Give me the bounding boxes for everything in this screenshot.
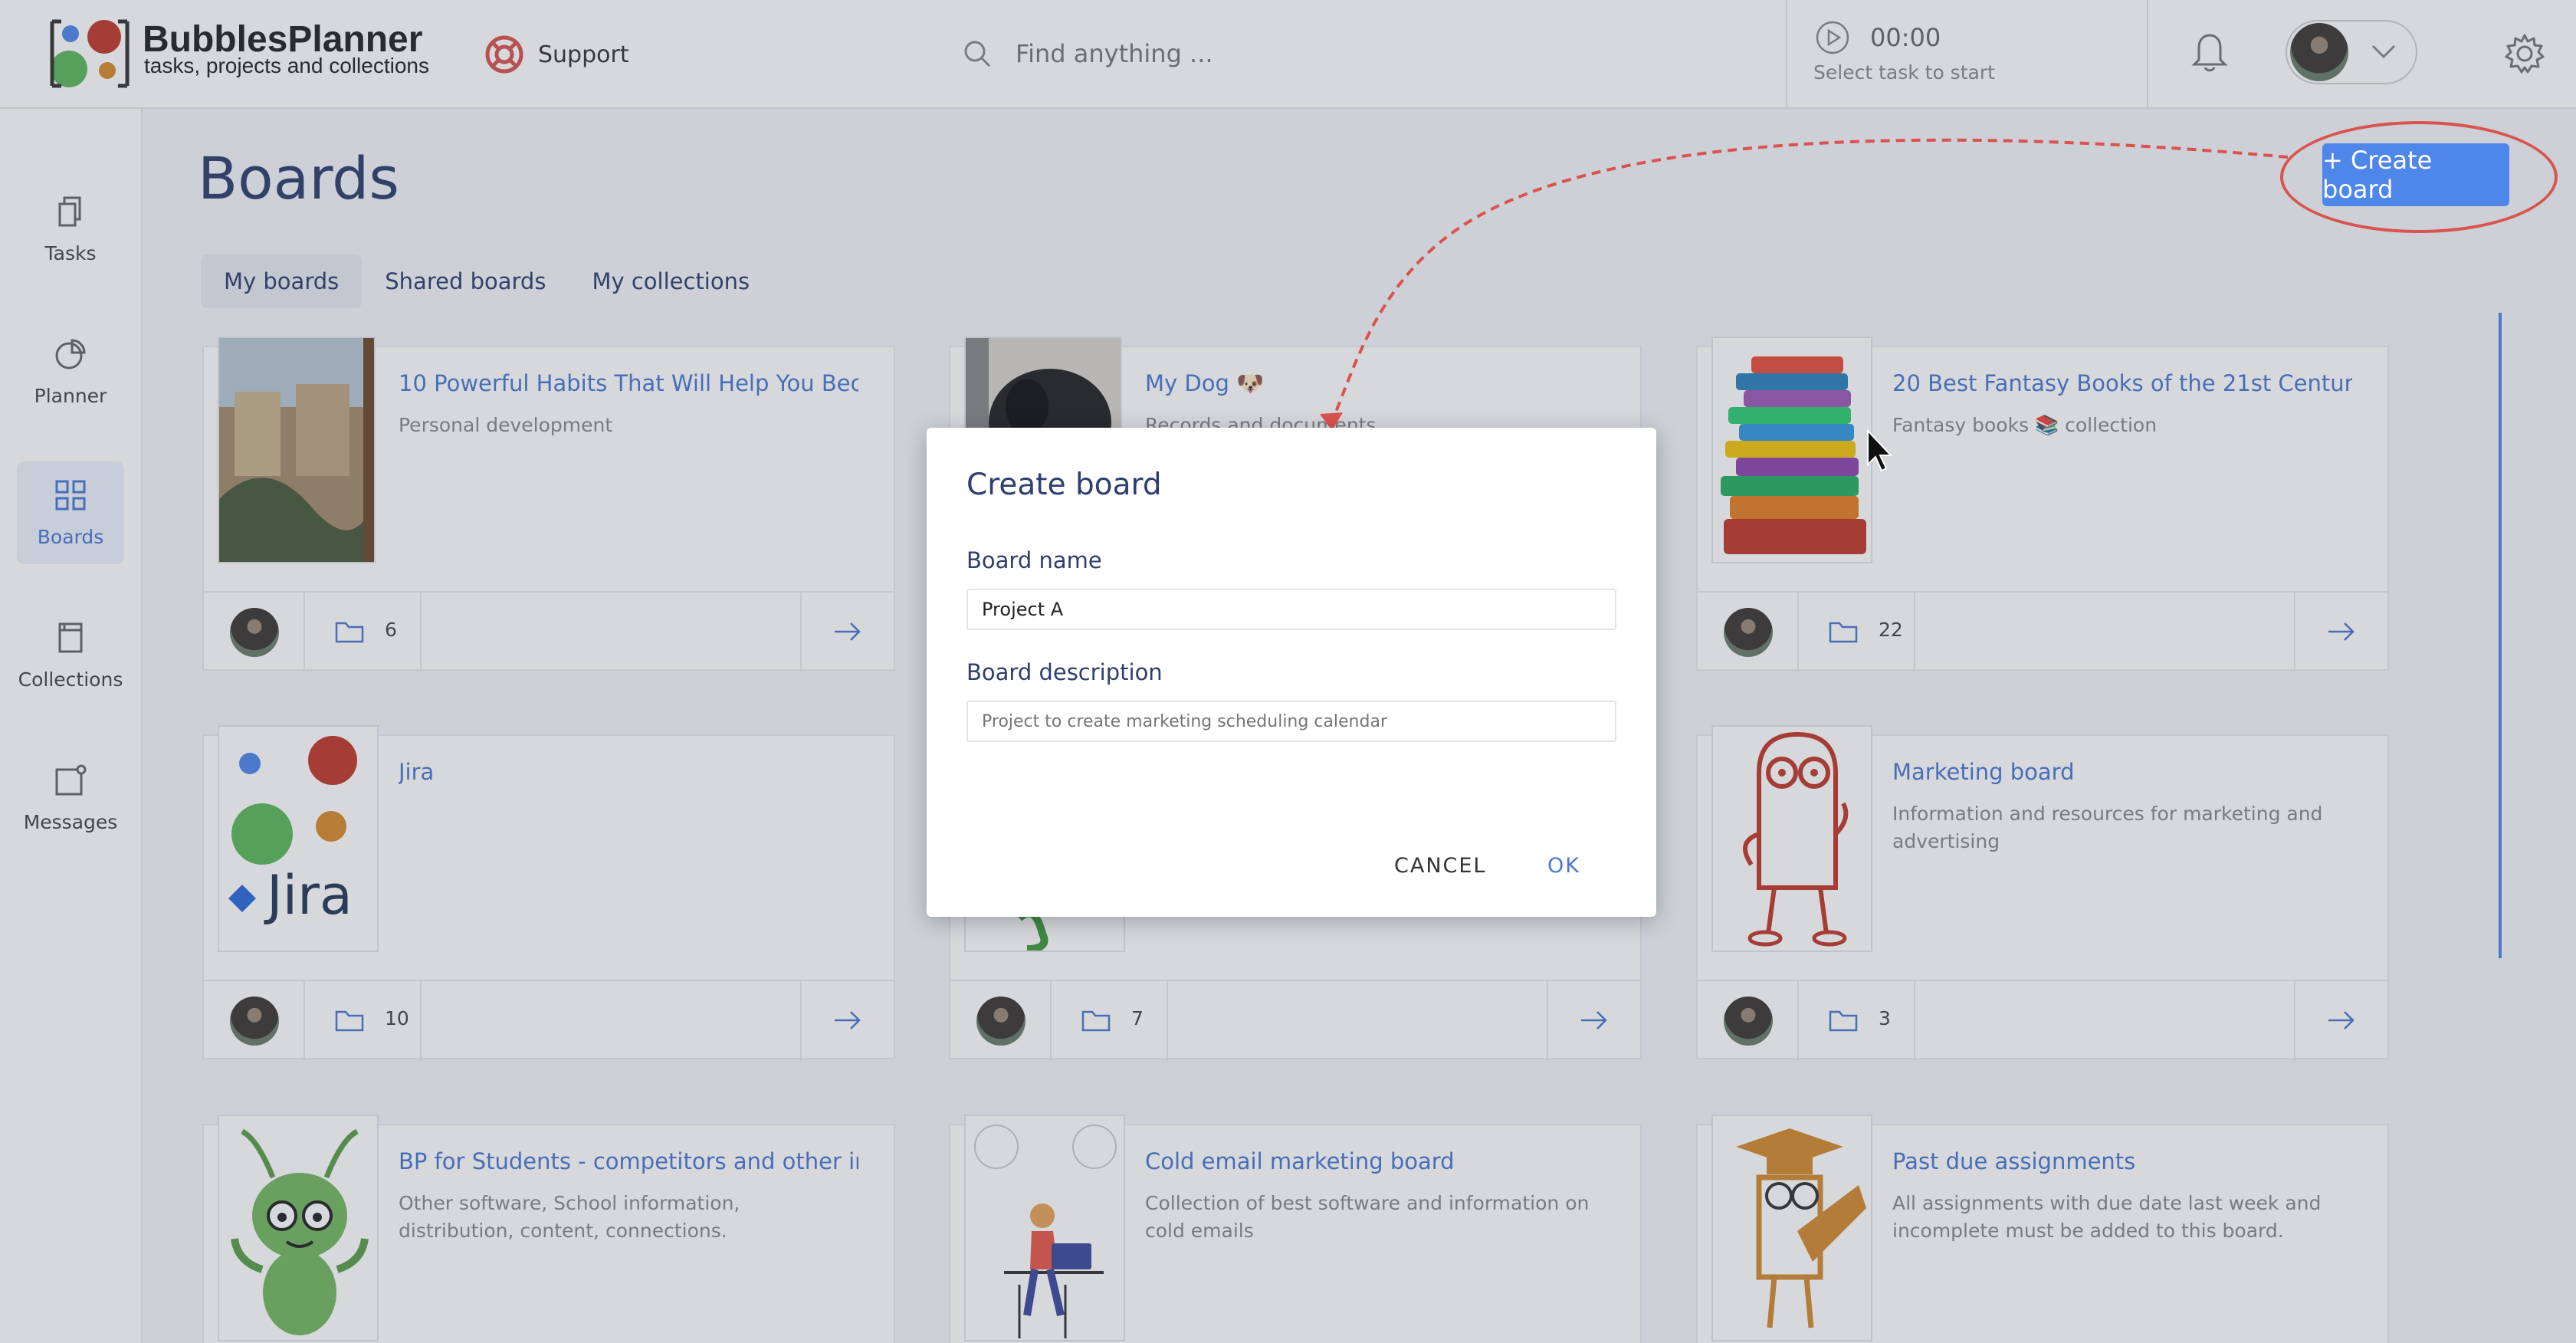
ok-button[interactable]: OK — [1547, 854, 1580, 878]
dialog-title: Create board — [966, 468, 1162, 502]
annotation-highlight — [2280, 121, 2558, 233]
create-board-dialog: Create board Board name Board descriptio… — [927, 428, 1656, 917]
board-description-label: Board description — [966, 659, 1163, 685]
board-description-input[interactable] — [966, 701, 1616, 742]
board-name-label: Board name — [966, 547, 1102, 573]
cancel-button[interactable]: CANCEL — [1394, 854, 1486, 878]
mouse-cursor-icon — [1867, 429, 1893, 472]
board-name-input[interactable] — [966, 589, 1616, 630]
